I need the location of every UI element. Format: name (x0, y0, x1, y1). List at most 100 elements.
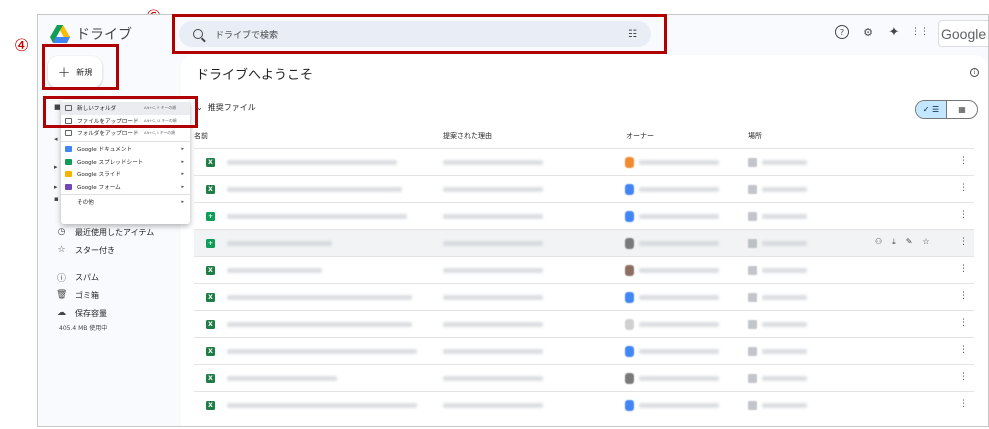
menu-item[interactable]: その他 ▸ (61, 196, 190, 209)
list-view-button[interactable]: ✓ ☰ (916, 101, 947, 118)
table-row[interactable]: X ⋮ (194, 337, 974, 364)
menu-item[interactable]: Google スライド ▸ (61, 168, 190, 181)
menu-separator (61, 140, 190, 142)
forms-icon (65, 183, 72, 190)
owner-avatar (625, 184, 634, 195)
download-icon[interactable]: ⤓ (892, 237, 896, 247)
table-row[interactable]: X ⋮ (194, 310, 974, 337)
location-icon (748, 158, 757, 167)
owner-avatar (625, 373, 634, 384)
column-header-name[interactable]: 名前 (194, 131, 208, 141)
submenu-arrow-icon: ▸ (181, 146, 184, 153)
location-icon (748, 401, 757, 410)
cloud-icon: ☁ (57, 308, 66, 318)
excel-file-icon: X (206, 320, 215, 329)
table-row[interactable]: X ⋮ (194, 283, 974, 310)
more-actions-icon[interactable]: ⋮ (959, 345, 968, 355)
column-header-reason: 提案された理由 (443, 132, 492, 140)
more-actions-icon[interactable]: ⋮ (959, 210, 968, 220)
table-row[interactable]: + ⚇ ⤓ ✎ ☆ ⋮ (194, 229, 974, 256)
location-icon (748, 320, 757, 329)
reason-blurred (443, 295, 543, 300)
table-row[interactable]: X ⋮ (194, 256, 974, 283)
sidebar-item-trash[interactable]: 🗑 ゴミ箱 (56, 287, 99, 303)
reason-blurred (443, 160, 543, 165)
annotation-box-new-folder (43, 96, 198, 128)
grid-view-button[interactable]: ▦ (947, 101, 977, 118)
location-blurred (762, 187, 807, 192)
excel-file-icon: X (206, 293, 215, 302)
location-blurred (762, 241, 807, 246)
drive-logo-icon (50, 25, 70, 43)
more-actions-icon[interactable]: ⋮ (959, 264, 968, 274)
header-icons: ? ⚙ ✦ ⋮⋮ (835, 25, 929, 40)
star-icon[interactable]: ☆ (922, 237, 929, 247)
more-actions-icon[interactable]: ⋮ (959, 156, 968, 166)
sidebar-item-storage[interactable]: ☁ 保存容量 (56, 305, 107, 321)
main-content: ドライブへようこそ i ⌄ 推奨ファイル ✓ ☰ ▦ 名前 提案された理由 オー… (181, 55, 987, 426)
file-name-blurred (227, 160, 397, 165)
menu-item[interactable]: フォルダをアップロード Alt+C, I キーの順 (61, 127, 190, 140)
table-row[interactable]: X ⋮ (194, 148, 974, 175)
annotation-box-search (172, 14, 667, 54)
drive-window: ドライブ ドライブで検索 ☷ ? ⚙ ✦ ⋮⋮ Google + 新規 ■ ◂ … (37, 14, 989, 427)
location-blurred (762, 322, 807, 327)
gemini-icon[interactable]: ✦ (887, 25, 901, 40)
sidebar-stub-icon: ▸ (54, 163, 58, 171)
file-name-blurred (227, 295, 412, 300)
menu-item[interactable]: Google ドキュメント ▸ (61, 143, 190, 156)
more-actions-icon[interactable]: ⋮ (959, 399, 968, 409)
rename-icon[interactable]: ✎ (906, 237, 913, 247)
sheets-file-icon: + (206, 212, 215, 221)
location-icon (748, 212, 757, 221)
sidebar-stub-icon: ◂ (54, 135, 58, 143)
excel-file-icon: X (206, 185, 215, 194)
account-google-badge[interactable]: Google (938, 20, 988, 47)
trash-icon: 🗑 (56, 290, 68, 300)
owner-name-blurred (639, 160, 719, 165)
help-icon[interactable]: ? (835, 25, 849, 39)
settings-icon[interactable]: ⚙ (861, 25, 875, 39)
more-actions-icon[interactable]: ⋮ (959, 372, 968, 382)
more-actions-icon[interactable]: ⋮ (959, 318, 968, 328)
table-row[interactable]: X ⋮ (194, 364, 974, 391)
menu-item-label: Google フォーム (77, 184, 121, 191)
suggested-section-header[interactable]: ⌄ 推奨ファイル (196, 102, 256, 113)
file-name-blurred (227, 214, 407, 219)
owner-avatar (625, 157, 634, 168)
owner-avatar (625, 292, 634, 303)
menu-item-label: フォルダをアップロード (77, 131, 139, 138)
more-actions-icon[interactable]: ⋮ (959, 183, 968, 193)
share-icon[interactable]: ⚇ (875, 237, 882, 247)
more-actions-icon[interactable]: ⋮ (959, 291, 968, 301)
file-name-blurred (227, 376, 337, 381)
submenu-arrow-icon: ▸ (181, 171, 184, 178)
owner-avatar (625, 319, 634, 330)
app-name: ドライブ (76, 27, 132, 43)
menu-item[interactable]: Google スプレッドシート ▸ (61, 155, 190, 168)
submenu-arrow-icon: ▸ (181, 183, 184, 190)
clock-icon: ◷ (57, 227, 66, 237)
info-icon[interactable]: i (970, 68, 979, 77)
apps-icon[interactable]: ⋮⋮ (911, 25, 929, 39)
owner-name-blurred (639, 376, 719, 381)
table-row[interactable]: + ⋮ (194, 202, 974, 229)
location-blurred (762, 268, 807, 273)
sidebar-item-spam[interactable]: ⓘ スパム (56, 269, 99, 285)
sidebar-item-starred[interactable]: ☆ スター付き (56, 242, 115, 258)
more-actions-icon[interactable]: ⋮ (959, 237, 968, 247)
spam-icon: ⓘ (56, 273, 66, 284)
menu-item[interactable]: Google フォーム ▸ (61, 181, 190, 194)
sidebar-item-recent[interactable]: ◷ 最近使用したアイテム (56, 224, 155, 240)
section-label: 推奨ファイル (207, 103, 256, 112)
table-row[interactable]: X ⋮ (194, 175, 974, 202)
location-icon (748, 185, 757, 194)
sidebar-stub-icon: ▸ (54, 183, 58, 191)
owner-avatar (625, 346, 634, 357)
submenu-arrow-icon: ▸ (181, 158, 184, 165)
column-header-location: 場所 (748, 132, 762, 140)
reason-blurred (443, 349, 543, 354)
table-row[interactable]: X ⋮ (194, 391, 974, 418)
sidebar-item-label: スター付き (75, 245, 115, 255)
table-header: 名前 提案された理由 オーナー 場所 (194, 128, 974, 144)
